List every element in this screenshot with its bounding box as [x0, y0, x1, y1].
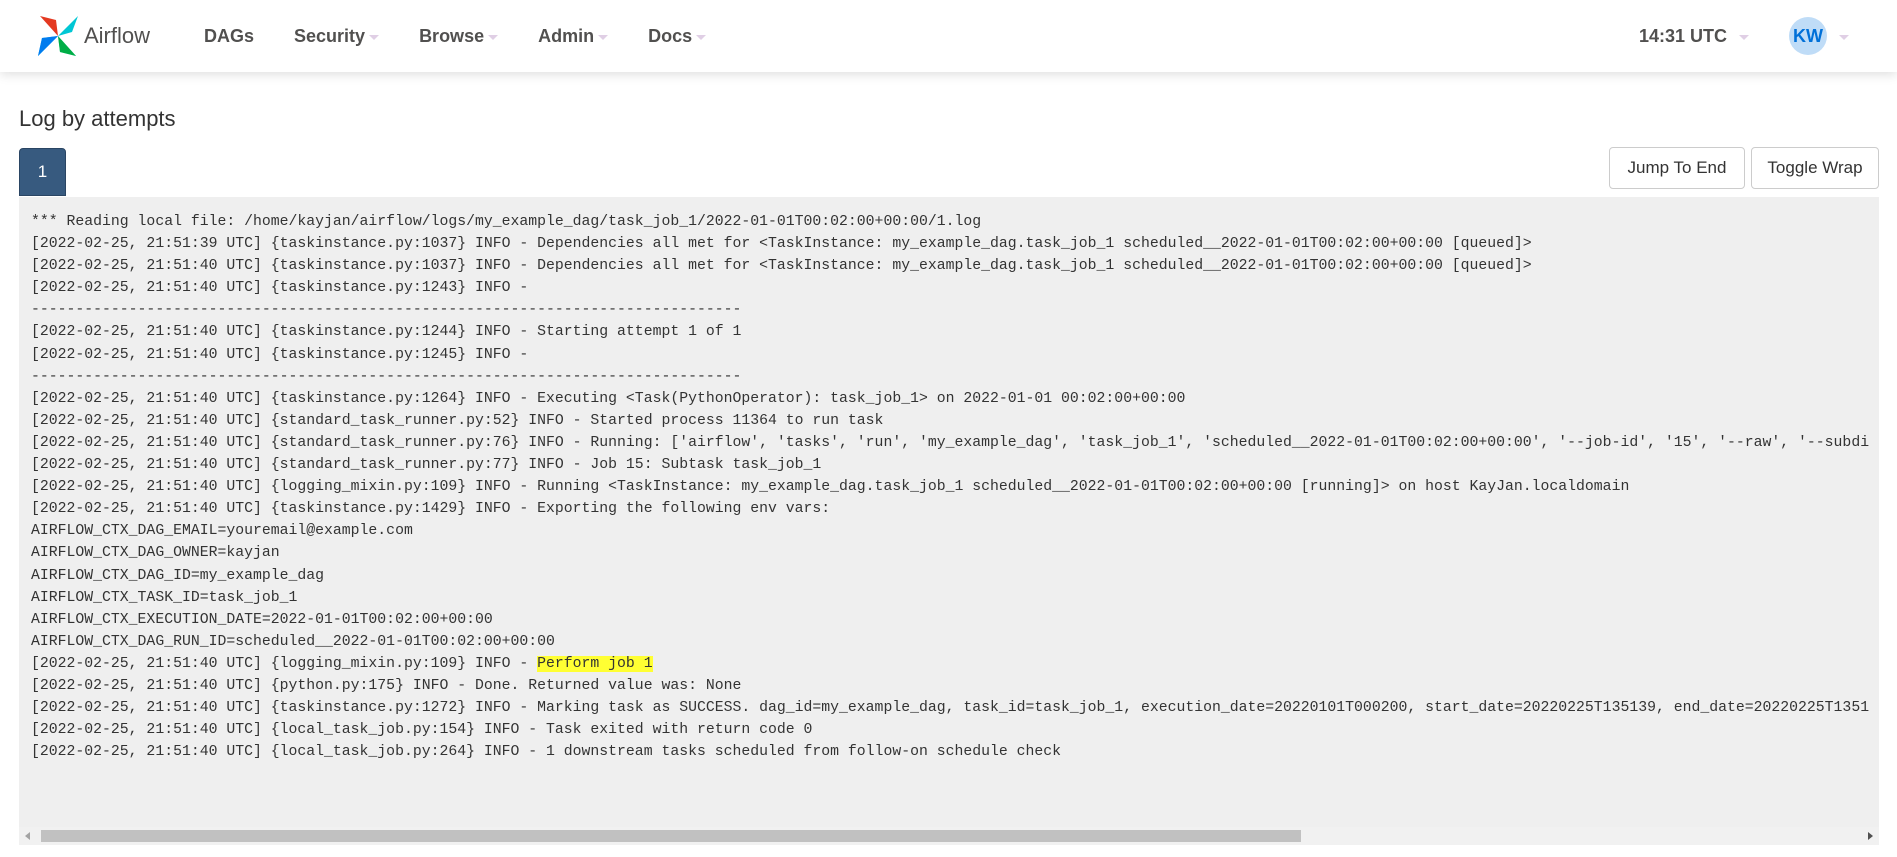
log-line: AIRFLOW_CTX_TASK_ID=task_job_1 [31, 589, 298, 606]
caret-down-icon [488, 35, 499, 40]
log-line: [2022-02-25, 21:51:40 UTC] {taskinstance… [31, 700, 1870, 717]
main-menu: DAGs Security Browse Admin Docs [204, 26, 746, 47]
brand-name: Airflow [84, 23, 151, 48]
log-line: ----------------------------------------… [31, 368, 742, 385]
log-line: [2022-02-25, 21:51:40 UTC] {taskinstance… [31, 258, 1532, 275]
log-content: *** Reading local file: /home/kayjan/air… [19, 197, 1879, 763]
attempt-tab-1[interactable]: 1 [19, 148, 66, 196]
nav-security[interactable]: Security [294, 25, 380, 47]
caret-down-icon [1839, 35, 1849, 40]
log-line: [2022-02-25, 21:51:40 UTC] {logging_mixi… [31, 479, 1630, 496]
page-title: Log by attempts [19, 106, 176, 131]
log-line: *** Reading local file: /home/kayjan/air… [31, 214, 982, 230]
log-line: [2022-02-25, 21:51:40 UTC] {taskinstance… [31, 346, 538, 363]
avatar: KW [1789, 17, 1827, 55]
nav-dags[interactable]: DAGs [204, 26, 254, 47]
log-line: [2022-02-25, 21:51:40 UTC] {standard_tas… [31, 412, 884, 429]
log-line: [2022-02-25, 21:51:39 UTC] {taskinstance… [31, 236, 1532, 253]
nav-label: Browse [419, 25, 485, 46]
log-line: [2022-02-25, 21:51:40 UTC] {taskinstance… [31, 324, 742, 341]
scrollbar-thumb[interactable] [41, 830, 1301, 842]
scroll-right-icon[interactable] [1868, 832, 1873, 840]
log-line: [2022-02-25, 21:51:40 UTC] {python.py:17… [31, 677, 742, 694]
nav-label: DAGs [204, 25, 255, 46]
highlighted-text: Perform job 1 [537, 655, 653, 672]
scroll-left-icon[interactable] [25, 832, 30, 840]
log-viewer: *** Reading local file: /home/kayjan/air… [19, 197, 1879, 845]
log-line: [2022-02-25, 21:51:40 UTC] {logging_mixi… [31, 655, 538, 672]
user-menu[interactable]: KW [1789, 17, 1849, 55]
log-line: [2022-02-25, 21:51:40 UTC] {standard_tas… [31, 434, 1870, 451]
nav-label: Docs [648, 25, 693, 46]
log-line: [2022-02-25, 21:51:40 UTC] {local_task_j… [31, 744, 1062, 761]
pinwheel-icon [38, 16, 78, 56]
caret-down-icon [598, 35, 609, 40]
caret-down-icon [696, 35, 707, 40]
nav-docs[interactable]: Docs [648, 25, 707, 47]
log-line: [2022-02-25, 21:51:40 UTC] {standard_tas… [31, 457, 822, 474]
horizontal-scrollbar[interactable] [19, 827, 1879, 845]
timezone-dropdown[interactable]: 14:31 UTC [1639, 26, 1749, 47]
nav-label: Admin [538, 25, 595, 46]
toggle-wrap-button[interactable]: Toggle Wrap [1751, 147, 1879, 189]
caret-down-icon [1739, 35, 1749, 40]
current-time: 14:31 UTC [1638, 25, 1727, 46]
log-line: AIRFLOW_CTX_DAG_RUN_ID=scheduled__2022-0… [31, 633, 555, 650]
log-line: [2022-02-25, 21:51:40 UTC] {taskinstance… [31, 501, 831, 518]
log-line: AIRFLOW_CTX_DAG_EMAIL=youremail@example.… [31, 523, 413, 540]
log-line: [2022-02-25, 21:51:40 UTC] {local_task_j… [31, 722, 813, 739]
navbar: Airflow DAGs Security Browse Admin Docs 14:3… [0, 0, 1897, 72]
jump-to-end-button[interactable]: Jump To End [1609, 147, 1745, 189]
nav-admin[interactable]: Admin [538, 25, 609, 47]
log-line: AIRFLOW_CTX_DAG_OWNER=kayjan [31, 545, 280, 562]
airflow-logo[interactable]: Airflow [36, 14, 204, 58]
nav-label: Security [294, 25, 366, 46]
log-line: AIRFLOW_CTX_DAG_ID=my_example_dag [31, 567, 325, 584]
log-line: ----------------------------------------… [31, 302, 742, 319]
log-line: [2022-02-25, 21:51:40 UTC] {taskinstance… [31, 280, 538, 297]
nav-browse[interactable]: Browse [419, 25, 499, 47]
caret-down-icon [369, 35, 380, 40]
log-line: [2022-02-25, 21:51:40 UTC] {taskinstance… [31, 390, 1186, 407]
log-line: AIRFLOW_CTX_EXECUTION_DATE=2022-01-01T00… [31, 611, 493, 628]
